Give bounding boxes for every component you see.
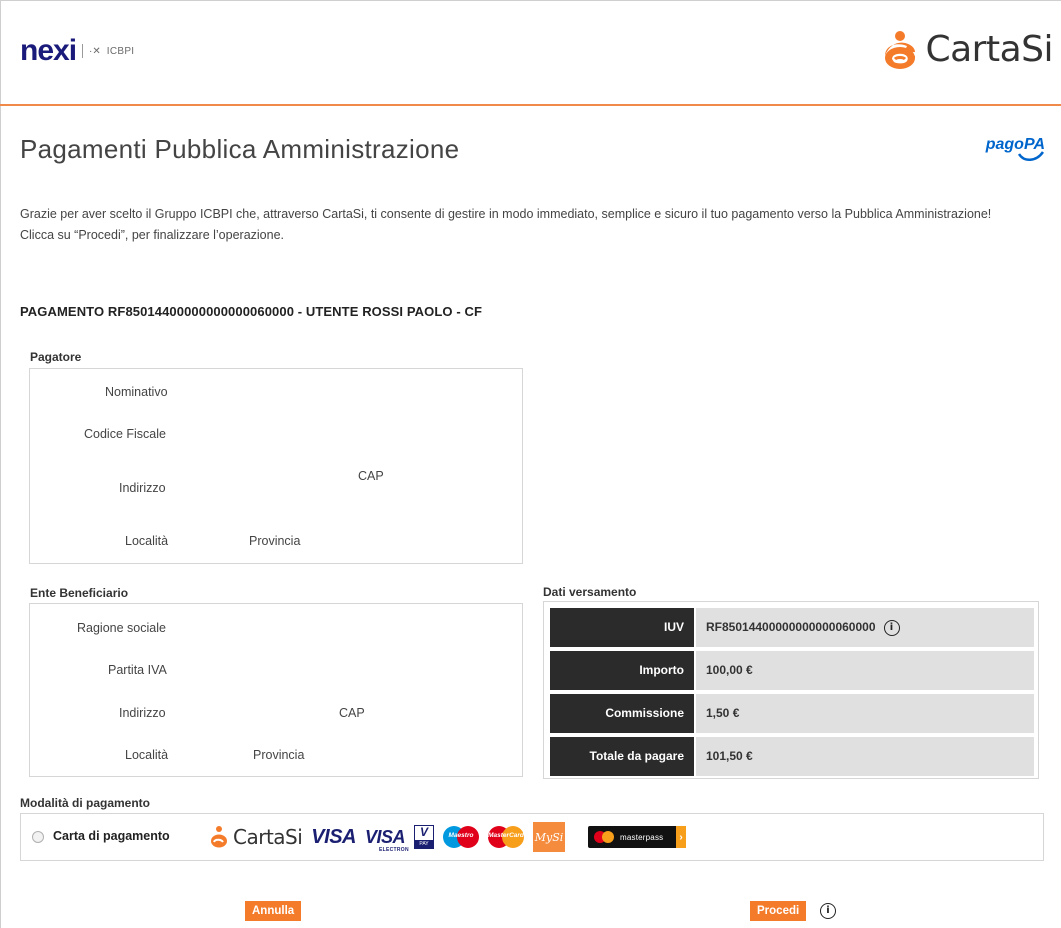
- mysi-brand: MySi: [533, 822, 565, 852]
- importo-value: 100,00 €: [696, 651, 1034, 690]
- vpay-sub: PAY: [415, 840, 433, 848]
- dati-versamento-box: IUV RF85014400000000000060000 i Importo …: [543, 601, 1039, 779]
- iuv-value: RF85014400000000000060000: [706, 620, 876, 634]
- mastercard-text: MasterCard: [488, 832, 524, 839]
- masterpass-text: masterpass: [620, 832, 664, 842]
- iuv-row: IUV RF85014400000000000060000 i: [550, 608, 1034, 647]
- localita-label: Località: [125, 534, 169, 548]
- nexi-logo: nexi ·✕ ICBPI: [20, 36, 134, 66]
- totale-key: Totale da pagare: [550, 737, 694, 776]
- totale-value: 101,50 €: [696, 737, 1034, 776]
- importo-key: Importo: [550, 651, 694, 690]
- pagatore-label: Pagatore: [30, 350, 82, 364]
- page-title: Pagamenti Pubblica Amministrazione: [20, 134, 460, 164]
- cartasi-brand-text: CartaSi: [233, 825, 303, 849]
- maestro-brand: Maestro: [443, 826, 479, 848]
- commissione-row: Commissione 1,50 €: [550, 694, 1034, 733]
- annulla-button[interactable]: Annulla: [245, 901, 302, 921]
- commissione-value: 1,50 €: [696, 694, 1034, 733]
- vpay-letter: V: [419, 825, 428, 839]
- intro-text: Grazie per aver scelto il Gruppo ICBPI c…: [20, 204, 1045, 246]
- logo-divider: [82, 44, 84, 58]
- ente-provincia-label: Provincia: [253, 748, 305, 762]
- dati-versamento-label: Dati versamento: [543, 585, 637, 599]
- carta-pagamento-radio[interactable]: [32, 831, 44, 843]
- card-brands: CartaSi VISA VISA ELECTRON V PAY Maestro…: [209, 822, 686, 853]
- header: nexi ·✕ ICBPI CartaSi: [0, 0, 1061, 106]
- visa-electron-brand: VISA ELECTRON: [364, 826, 409, 853]
- carta-pagamento-label[interactable]: Carta di pagamento: [53, 829, 170, 843]
- visa-electron-text: VISA: [364, 826, 406, 847]
- ente-localita-label: Località: [125, 748, 169, 762]
- indirizzo-label: Indirizzo: [119, 481, 166, 495]
- procedi-info-icon[interactable]: i: [820, 903, 836, 919]
- cartasi-swirl-icon: [885, 31, 916, 69]
- cartasi-small-swirl-icon: [211, 826, 227, 848]
- iuv-key: IUV: [550, 608, 694, 647]
- ragione-sociale-label: Ragione sociale: [77, 621, 166, 635]
- cartasi-logo: CartaSi: [881, 28, 1053, 72]
- pagatore-box: Nominativo Codice Fiscale Indirizzo CAP …: [29, 368, 523, 564]
- info-icon[interactable]: i: [883, 619, 900, 636]
- intro-line-1: Grazie per aver scelto il Gruppo ICBPI c…: [20, 207, 992, 221]
- vpay-brand: V PAY: [414, 825, 434, 849]
- payment-method-box: Carta di pagamento CartaSi VISA VISA ELE…: [20, 813, 1044, 861]
- masterpass-brand: masterpass ›: [588, 826, 686, 848]
- masterpass-body: masterpass: [588, 826, 676, 848]
- ente-beneficiario-label: Ente Beneficiario: [30, 586, 129, 600]
- pagopa-swoosh-icon: [1018, 151, 1044, 161]
- ente-beneficiario-box: Ragione sociale Partita IVA Indirizzo CA…: [29, 603, 523, 777]
- maestro-text: Maestro: [448, 832, 474, 839]
- intro-line-2: Clicca su “Procedi”, per finalizzare l’o…: [20, 228, 285, 242]
- codice-fiscale-label: Codice Fiscale: [84, 427, 166, 441]
- visa-electron-sub: ELECTRON: [378, 846, 409, 853]
- procedi-button[interactable]: Procedi: [750, 901, 807, 921]
- icbpi-logo-text: ICBPI: [106, 45, 135, 57]
- masterpass-circles-icon: [594, 831, 616, 843]
- ente-cap-label: CAP: [339, 706, 365, 720]
- masterpass-arrow-icon: ›: [676, 826, 686, 848]
- cartasi-logo-text: CartaSi: [925, 29, 1053, 70]
- provincia-label: Provincia: [249, 534, 301, 548]
- visa-brand: VISA: [311, 825, 356, 848]
- importo-row: Importo 100,00 €: [550, 651, 1034, 690]
- icbpi-icon: ·✕: [89, 45, 101, 57]
- nexi-logo-text: nexi: [20, 34, 77, 67]
- nominativo-label: Nominativo: [105, 385, 168, 399]
- iuv-value-cell: RF85014400000000000060000 i: [696, 608, 1034, 647]
- payment-header: PAGAMENTO RF85014400000000000060000 - UT…: [20, 304, 483, 319]
- mastercard-brand: MasterCard: [488, 826, 524, 848]
- totale-row: Totale da pagare 101,50 €: [550, 737, 1034, 776]
- partita-iva-label: Partita IVA: [108, 663, 167, 677]
- commissione-key: Commissione: [550, 694, 694, 733]
- ente-indirizzo-label: Indirizzo: [119, 706, 166, 720]
- cartasi-brand: CartaSi: [209, 825, 303, 849]
- cap-label: CAP: [358, 469, 384, 483]
- modalita-pagamento-label: Modalità di pagamento: [20, 796, 151, 810]
